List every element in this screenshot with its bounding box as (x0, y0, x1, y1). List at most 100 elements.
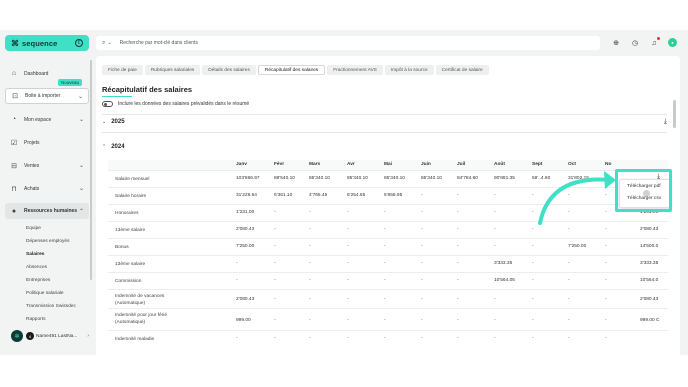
prevalidated-toggle-label: Inclure les données des salaires prévali… (118, 101, 250, 107)
table-cell: - (347, 210, 349, 215)
row-label: Honoraires (115, 211, 139, 216)
tab-salary-items[interactable]: Rubriques salariales (144, 65, 201, 75)
column-header: Févr (274, 162, 285, 167)
table-cell: 6'254.65 (347, 193, 366, 198)
submenu-item-team[interactable]: Equipe (26, 222, 89, 235)
page-title: Récapitulatif des salaires (102, 85, 193, 94)
tab-salary-certificate[interactable]: Certificat de salaire (435, 65, 489, 75)
table-row: Indemnité maladie - - - - - - - - - - - (108, 330, 668, 345)
chevron-right-icon: › (87, 333, 89, 339)
table-cell: - (384, 210, 386, 215)
sidebar-item-sales[interactable]: ⊟ Ventes ⌄ (5, 154, 89, 177)
column-header: Janv (236, 162, 247, 167)
submenu-item-absences[interactable]: Absences (26, 261, 89, 274)
sidebar-item-my-space[interactable]: ◔ Mon espace ⌄ (5, 108, 89, 131)
sidebar-item-projects[interactable]: ☑ Projets (5, 131, 89, 154)
column-header: Avr (347, 162, 355, 167)
wallet-icon: ⊟ (11, 162, 17, 170)
table-cell: 88'540.10 (274, 176, 295, 181)
sidebar-item-label: Ventes (24, 162, 40, 169)
sidebar-item-purchases[interactable]: ⊓ Achats ⌄ (5, 177, 89, 200)
submenu-item-salaries[interactable]: Salaires (26, 248, 89, 261)
row-label: 13ème salaire (115, 228, 146, 233)
year-section-2025[interactable]: ⌄ 2025 ⤓ (102, 117, 667, 127)
row-label: Commission (115, 279, 142, 284)
user-count-badge: 4 (26, 332, 34, 340)
inbox-icon: ⊡ (12, 93, 18, 100)
table-cell: - (421, 297, 423, 302)
submenu-item-expenses[interactable]: Dépenses employés (26, 235, 89, 248)
submenu-item-companies[interactable]: Entreprises (26, 274, 89, 287)
check-square-icon: ☑ (10, 139, 18, 147)
chevron-down-icon: ⌄ (78, 186, 84, 192)
table-cell: 31'229.64 (236, 193, 257, 198)
sidebar-item-inbox[interactable]: Nouveau ⊡ Boite à importer ⌄ (5, 79, 89, 104)
tab-payslip[interactable]: Fiche de paie (102, 65, 143, 75)
table-cell: - (384, 261, 386, 266)
table-cell: - (421, 336, 423, 341)
table-cell: - (457, 244, 459, 249)
add-icon[interactable]: ⊕ (611, 38, 621, 48)
chevron-down-icon[interactable]: ⌄ (107, 40, 111, 46)
profile-avatar[interactable]: ● (668, 38, 677, 47)
row-label: Bonus (115, 245, 129, 250)
sidebar-nav: ⌂ Dashboard Nouveau ⊡ Boite à importer ⌄… (5, 62, 89, 326)
submenu-item-swissdec[interactable]: Transmission Swissdec (26, 300, 89, 313)
brand-logo[interactable]: ⌘ sequence € (5, 35, 89, 51)
tab-salary-summary[interactable]: Récapitulatif des salaires (257, 65, 326, 75)
table-cell: - (421, 261, 423, 266)
clock-icon[interactable]: ◷ (630, 38, 640, 48)
submenu-item-reports[interactable]: Rapports (26, 313, 89, 326)
table-cell: - (274, 244, 276, 249)
chevron-up-icon: ⌃ (102, 144, 107, 150)
table-cell: - (347, 244, 349, 249)
divider (102, 114, 667, 115)
table-cell: - (347, 227, 349, 232)
total-cell: 14'500.0 (640, 244, 659, 249)
table-cell: - (532, 278, 534, 283)
table-cell: - (384, 244, 386, 249)
table-cell: 84'784.60 (457, 176, 478, 181)
prevalidated-toggle[interactable] (102, 101, 113, 107)
row-label: Indemnité pour jour férié (Automatique) (115, 313, 167, 325)
table-cell: - (532, 336, 534, 341)
table-cell: - (532, 244, 534, 249)
table-cell: - (347, 297, 349, 302)
table-cell: - (457, 297, 459, 302)
table-cell: - (457, 210, 459, 215)
total-cell: 2'080.43 (640, 297, 659, 302)
column-header: Août (494, 162, 505, 167)
app-window: ⌘ sequence € ⌂ Dashboard Nouveau ⊡ Boite… (0, 30, 688, 355)
total-cell: 2'080.43 (640, 227, 659, 232)
table-cell: - (568, 227, 570, 232)
table-cell: - (274, 278, 276, 283)
download-icon[interactable]: ⤓ (664, 118, 667, 126)
table-row: Indemnité pour jour férié (Automatique) 9… (108, 308, 668, 330)
column-header: Mars (309, 162, 321, 167)
content-scrollbar[interactable] (673, 100, 676, 128)
table-cell: - (532, 297, 534, 302)
tab-withholding-tax[interactable]: Impôt à la source (384, 65, 434, 75)
table-cell: - (605, 318, 607, 323)
tab-salary-details[interactable]: Détails des salaires (202, 65, 256, 75)
tab-avs-split[interactable]: Fractionnement AVS (327, 65, 383, 75)
bell-icon[interactable]: ♫ (649, 37, 660, 48)
search-bar[interactable]: ⌕ ⌄ (96, 36, 600, 50)
user-name: Name491 LastNa... (36, 333, 78, 339)
new-badge: Nouveau (57, 79, 82, 86)
user-icon: ◔ (11, 116, 17, 123)
submenu-item-salary-policy[interactable]: Politique salariale (26, 287, 89, 300)
table-cell: 85'340.10 (309, 176, 330, 181)
sidebar-scrollbar[interactable] (90, 60, 92, 280)
table-cell: 2'080.43 (236, 227, 255, 232)
sidebar-item-hr[interactable]: ● Ressources humaines ⌃ (5, 203, 89, 219)
search-input[interactable] (119, 40, 594, 46)
table-cell: - (236, 278, 238, 283)
table-cell: - (494, 336, 496, 341)
chevron-up-icon: ⌃ (78, 208, 84, 215)
table-cell: - (274, 336, 276, 341)
table-cell: - (494, 318, 496, 323)
table-cell: - (421, 193, 423, 198)
user-menu[interactable]: ✲ 4 Name491 LastNa... › (11, 329, 89, 343)
sidebar-item-label: Ressources humaines (24, 208, 78, 214)
